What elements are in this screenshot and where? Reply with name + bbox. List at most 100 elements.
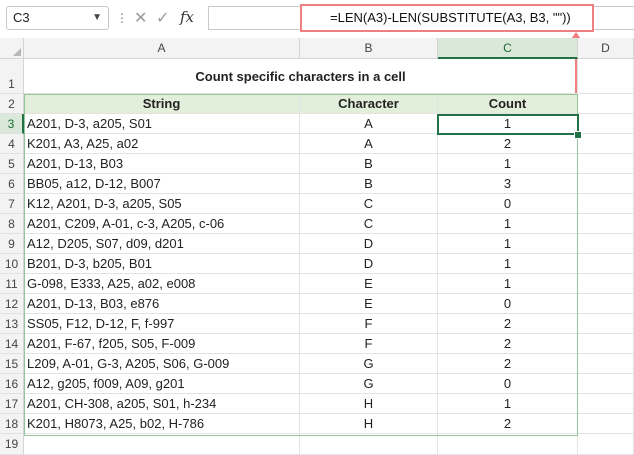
cell-empty-row19[interactable] xyxy=(578,434,634,455)
cell-empty-d[interactable] xyxy=(578,414,634,434)
row-header-16[interactable]: 16 xyxy=(0,374,24,394)
cell-d2[interactable] xyxy=(578,94,634,114)
cell-empty-d[interactable] xyxy=(578,334,634,354)
row-header-1[interactable]: 1 xyxy=(0,59,24,94)
cell-character[interactable]: G xyxy=(300,354,438,374)
row-header-5[interactable]: 5 xyxy=(0,154,24,174)
cell-empty-d[interactable] xyxy=(578,134,634,154)
cell-string[interactable]: K12, A201, D-3, a205, S05 xyxy=(24,194,300,214)
cell-empty-d[interactable] xyxy=(578,114,634,134)
cell-string[interactable]: BB05, a12, D-12, B007 xyxy=(24,174,300,194)
cell-d1[interactable] xyxy=(578,59,634,94)
row-header-4[interactable]: 4 xyxy=(0,134,24,154)
cell-count[interactable]: 1 xyxy=(438,274,578,294)
column-header-c[interactable]: C xyxy=(438,38,578,59)
cell-empty-d[interactable] xyxy=(578,314,634,334)
cell-string[interactable]: A201, D-13, B03 xyxy=(24,154,300,174)
cell-string[interactable]: G-098, E333, A25, a02, e008 xyxy=(24,274,300,294)
cell-character[interactable]: G xyxy=(300,374,438,394)
cell-string[interactable]: A12, D205, S07, d09, d201 xyxy=(24,234,300,254)
cell-character[interactable]: D xyxy=(300,234,438,254)
header-count[interactable]: Count xyxy=(438,94,578,114)
cell-empty-d[interactable] xyxy=(578,234,634,254)
cell-count[interactable]: 1 xyxy=(438,394,578,414)
header-character[interactable]: Character xyxy=(300,94,438,114)
cell-count[interactable]: 2 xyxy=(438,134,578,154)
cell-empty-d[interactable] xyxy=(578,174,634,194)
name-box[interactable]: C3 ▼ xyxy=(6,6,109,30)
cell-empty-d[interactable] xyxy=(578,154,634,174)
cell-empty-d[interactable] xyxy=(578,214,634,234)
cell-string[interactable]: A201, CH-308, a205, S01, h-234 xyxy=(24,394,300,414)
row-header-7[interactable]: 7 xyxy=(0,194,24,214)
row-header-19[interactable]: 19 xyxy=(0,434,24,455)
cell-string[interactable]: A201, C209, A-01, c-3, A205, c-06 xyxy=(24,214,300,234)
row-header-8[interactable]: 8 xyxy=(0,214,24,234)
cell-count[interactable]: 3 xyxy=(438,174,578,194)
cell-count[interactable]: 0 xyxy=(438,294,578,314)
cell-count[interactable]: 2 xyxy=(438,414,578,434)
row-header-15[interactable]: 15 xyxy=(0,354,24,374)
cell-empty-d[interactable] xyxy=(578,374,634,394)
sheet-title[interactable]: Count specific characters in a cell xyxy=(24,59,578,94)
cell-string[interactable]: A201, D-13, B03, e876 xyxy=(24,294,300,314)
cell-character[interactable]: A xyxy=(300,114,438,134)
insert-function-icon[interactable]: fx xyxy=(180,8,194,26)
row-header-18[interactable]: 18 xyxy=(0,414,24,434)
row-header-13[interactable]: 13 xyxy=(0,314,24,334)
cell-empty-d[interactable] xyxy=(578,254,634,274)
cell-character[interactable]: B xyxy=(300,154,438,174)
cell-character[interactable]: E xyxy=(300,294,438,314)
cell-empty-row19[interactable] xyxy=(24,434,300,455)
cell-count[interactable]: 2 xyxy=(438,334,578,354)
cell-character[interactable]: H xyxy=(300,394,438,414)
cell-string[interactable]: K201, A3, A25, a02 xyxy=(24,134,300,154)
row-header-14[interactable]: 14 xyxy=(0,334,24,354)
select-all-corner[interactable] xyxy=(0,38,24,59)
row-header-11[interactable]: 11 xyxy=(0,274,24,294)
column-header-a[interactable]: A xyxy=(24,38,300,59)
cell-empty-d[interactable] xyxy=(578,394,634,414)
column-header-d[interactable]: D xyxy=(578,38,634,59)
cell-string[interactable]: A201, D-3, a205, S01 xyxy=(24,114,300,134)
cell-empty-row19[interactable] xyxy=(300,434,438,455)
chevron-down-icon[interactable]: ▼ xyxy=(92,7,102,29)
cancel-icon[interactable]: ✕ xyxy=(134,8,147,28)
more-options-icon[interactable]: ⋮ xyxy=(116,10,128,26)
header-string[interactable]: String xyxy=(24,94,300,114)
cell-string[interactable]: L209, A-01, G-3, A205, S06, G-009 xyxy=(24,354,300,374)
cell-count[interactable]: 2 xyxy=(438,354,578,374)
cell-count[interactable]: 1 xyxy=(438,234,578,254)
cell-character[interactable]: H xyxy=(300,414,438,434)
cell-string[interactable]: B201, D-3, b205, B01 xyxy=(24,254,300,274)
row-header-3[interactable]: 3 xyxy=(0,114,24,134)
cell-string[interactable]: K201, H8073, A25, b02, H-786 xyxy=(24,414,300,434)
cell-empty-d[interactable] xyxy=(578,294,634,314)
cell-empty-d[interactable] xyxy=(578,354,634,374)
row-header-6[interactable]: 6 xyxy=(0,174,24,194)
cell-count[interactable]: 2 xyxy=(438,314,578,334)
row-header-17[interactable]: 17 xyxy=(0,394,24,414)
cell-empty-d[interactable] xyxy=(578,274,634,294)
cell-count[interactable]: 0 xyxy=(438,194,578,214)
cell-string[interactable]: SS05, F12, D-12, F, f-997 xyxy=(24,314,300,334)
cell-character[interactable]: F xyxy=(300,314,438,334)
cell-empty-d[interactable] xyxy=(578,194,634,214)
cell-character[interactable]: E xyxy=(300,274,438,294)
cell-string[interactable]: A201, F-67, f205, S05, F-009 xyxy=(24,334,300,354)
cell-empty-row19[interactable] xyxy=(438,434,578,455)
cell-character[interactable]: F xyxy=(300,334,438,354)
row-header-9[interactable]: 9 xyxy=(0,234,24,254)
cell-character[interactable]: C xyxy=(300,194,438,214)
row-header-12[interactable]: 12 xyxy=(0,294,24,314)
row-header-10[interactable]: 10 xyxy=(0,254,24,274)
fill-handle[interactable] xyxy=(574,131,582,139)
cell-character[interactable]: D xyxy=(300,254,438,274)
cell-count[interactable]: 1 xyxy=(438,154,578,174)
cell-character[interactable]: B xyxy=(300,174,438,194)
cell-count[interactable]: 1 xyxy=(438,254,578,274)
cell-character[interactable]: A xyxy=(300,134,438,154)
cell-count[interactable]: 0 xyxy=(438,374,578,394)
cell-count[interactable]: 1 xyxy=(438,214,578,234)
cell-string[interactable]: A12, g205, f009, A09, g201 xyxy=(24,374,300,394)
